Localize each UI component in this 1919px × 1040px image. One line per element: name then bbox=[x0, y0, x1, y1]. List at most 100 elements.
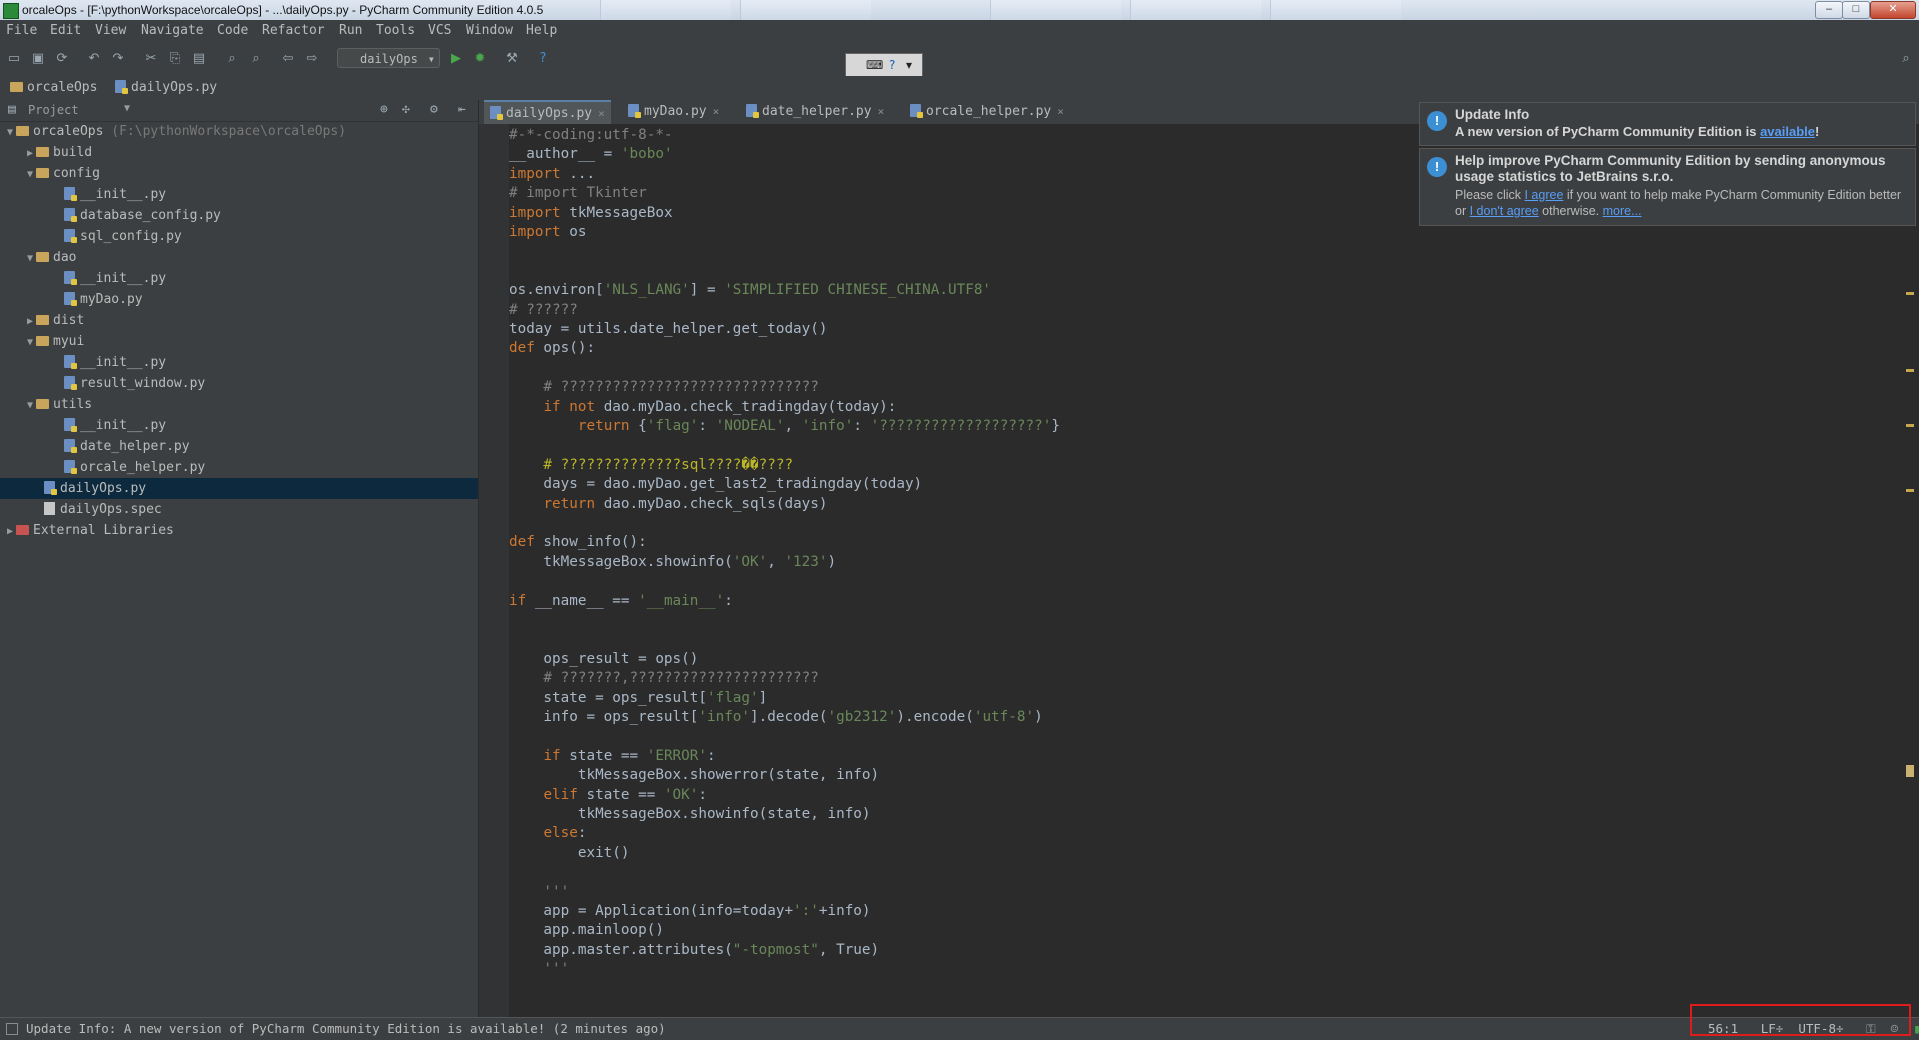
code-line[interactable]: # ??????????????sql????��???? bbox=[509, 456, 793, 475]
tab-date-helper[interactable]: date_helper.py × bbox=[740, 100, 890, 124]
undo-icon[interactable]: ↶ bbox=[86, 51, 102, 67]
gear-icon[interactable]: ⚙ bbox=[430, 102, 438, 117]
code-line[interactable]: info = ops_result['info'].decode('gb2312… bbox=[509, 708, 1042, 727]
locate-icon[interactable]: ⊕ bbox=[380, 102, 388, 117]
tree-item[interactable]: sql_config.py bbox=[0, 226, 478, 247]
code-line[interactable]: return {'flag': 'NODEAL', 'info': '?????… bbox=[509, 417, 1060, 436]
minimize-button[interactable]: – bbox=[1815, 1, 1843, 19]
code-line[interactable]: if state == 'ERROR': bbox=[509, 747, 715, 766]
code-line[interactable]: else: bbox=[509, 824, 586, 843]
tool-windows-icon[interactable] bbox=[6, 1023, 18, 1035]
code-line[interactable]: app.mainloop() bbox=[509, 921, 664, 940]
expanded-arrow-icon[interactable]: ▼ bbox=[24, 248, 36, 269]
run-configuration-select[interactable]: dailyOps ▾ bbox=[337, 48, 440, 68]
chevron-down-icon[interactable]: ▾ bbox=[906, 58, 912, 72]
copy-icon[interactable]: ⎘ bbox=[167, 51, 183, 67]
close-tab-icon[interactable]: × bbox=[713, 105, 720, 118]
code-line[interactable]: def show_info(): bbox=[509, 533, 647, 552]
tree-item[interactable]: orcale_helper.py bbox=[0, 457, 478, 478]
menu-navigate[interactable]: Navigate bbox=[141, 23, 204, 38]
code-line[interactable]: import ... bbox=[509, 165, 595, 184]
code-line[interactable]: # ?????????????????????????????? bbox=[509, 378, 818, 397]
tree-item[interactable]: result_window.py bbox=[0, 373, 478, 394]
search-icon[interactable]: ⌕ bbox=[1898, 51, 1914, 67]
code-line[interactable]: # import Tkinter bbox=[509, 184, 647, 203]
project-view-select[interactable]: Project bbox=[28, 103, 79, 117]
collapsed-arrow-icon[interactable]: ▶ bbox=[24, 311, 36, 332]
menu-window[interactable]: Window bbox=[466, 23, 513, 38]
code-line[interactable]: #-*-coding:utf-8-*- bbox=[509, 126, 673, 145]
usage-statistics-notification[interactable]: ! Help improve PyCharm Community Edition… bbox=[1419, 148, 1916, 226]
code-line[interactable]: state = ops_result['flag'] bbox=[509, 689, 767, 708]
disagree-link[interactable]: I don't agree bbox=[1470, 204, 1539, 218]
find-icon[interactable]: ⌕ bbox=[224, 51, 240, 67]
menu-vcs[interactable]: VCS bbox=[428, 23, 451, 38]
code-line[interactable]: def ops(): bbox=[509, 339, 595, 358]
code-line[interactable]: days = dao.myDao.get_last2_tradingday(to… bbox=[509, 475, 922, 494]
update-info-notification[interactable]: ! Update Info A new version of PyCharm C… bbox=[1419, 102, 1916, 146]
tab-dailyops[interactable]: dailyOps.py × bbox=[484, 100, 611, 124]
menu-view[interactable]: View bbox=[95, 23, 126, 38]
tree-item[interactable]: ▶ build bbox=[0, 142, 478, 163]
help-circle-icon[interactable]: ? bbox=[889, 58, 895, 72]
code-line[interactable]: # ???????,?????????????????????? bbox=[509, 669, 818, 688]
code-line[interactable]: if __name__ == '__main__': bbox=[509, 592, 733, 611]
memory-indicator-icon[interactable]: ▮ bbox=[1913, 1021, 1919, 1036]
code-line[interactable]: if not dao.myDao.check_tradingday(today)… bbox=[509, 398, 896, 417]
tree-item[interactable]: ▶ dist bbox=[0, 310, 478, 331]
menu-run[interactable]: Run bbox=[339, 23, 362, 38]
code-line[interactable]: os.environ['NLS_LANG'] = 'SIMPLIFIED CHI… bbox=[509, 281, 991, 300]
collapse-all-icon[interactable]: ✣ bbox=[402, 102, 410, 117]
tree-item[interactable]: __init__.py bbox=[0, 184, 478, 205]
code-line[interactable]: import os bbox=[509, 223, 586, 242]
tree-item[interactable]: ▼ myui bbox=[0, 331, 478, 352]
tree-item[interactable]: date_helper.py bbox=[0, 436, 478, 457]
expanded-arrow-icon[interactable]: ▼ bbox=[24, 164, 36, 185]
maximize-button[interactable]: □ bbox=[1842, 1, 1870, 19]
tab-orcale-helper[interactable]: orcale_helper.py × bbox=[904, 100, 1070, 124]
open-icon[interactable]: ▭ bbox=[6, 51, 22, 67]
forward-icon[interactable]: ⇨ bbox=[304, 51, 320, 67]
agree-link[interactable]: I agree bbox=[1524, 188, 1563, 202]
tab-mydao[interactable]: myDao.py × bbox=[622, 100, 725, 124]
tree-item[interactable]: database_config.py bbox=[0, 205, 478, 226]
help-icon[interactable]: ? bbox=[535, 51, 551, 67]
replace-icon[interactable]: ⌕ bbox=[248, 51, 264, 67]
collapsed-arrow-icon[interactable]: ▶ bbox=[4, 521, 16, 542]
sync-icon[interactable]: ⟳ bbox=[54, 51, 70, 67]
expanded-arrow-icon[interactable]: ▼ bbox=[4, 122, 16, 143]
close-tab-icon[interactable]: × bbox=[1057, 105, 1064, 118]
tree-item[interactable]: dailyOps.spec bbox=[0, 499, 478, 520]
code-line[interactable]: tkMessageBox.showinfo(state, info) bbox=[509, 805, 871, 824]
hide-panel-icon[interactable]: ⇤ bbox=[458, 102, 466, 117]
code-line[interactable]: ''' bbox=[509, 883, 569, 902]
menu-help[interactable]: Help bbox=[526, 23, 557, 38]
save-icon[interactable]: ▣ bbox=[30, 51, 46, 67]
tree-item[interactable]: ▼ config bbox=[0, 163, 478, 184]
status-message[interactable]: Update Info: A new version of PyCharm Co… bbox=[26, 1021, 666, 1036]
tree-item[interactable]: ▼ dao bbox=[0, 247, 478, 268]
code-line[interactable]: tkMessageBox.showerror(state, info) bbox=[509, 766, 879, 785]
editor-gutter[interactable] bbox=[479, 124, 510, 1017]
debug-icon[interactable]: ✹ bbox=[472, 51, 488, 67]
code-line[interactable]: app = Application(info=today+':'+info) bbox=[509, 902, 870, 921]
breadcrumb-file[interactable]: dailyOps.py bbox=[115, 80, 217, 95]
tree-item[interactable]: ▶ External Libraries bbox=[0, 520, 478, 541]
code-line[interactable]: tkMessageBox.showinfo('OK', '123') bbox=[509, 553, 836, 572]
code-line[interactable]: ops_result = ops() bbox=[509, 650, 698, 669]
expanded-arrow-icon[interactable]: ▼ bbox=[24, 395, 36, 416]
expanded-arrow-icon[interactable]: ▼ bbox=[24, 332, 36, 353]
tree-item[interactable]: __init__.py bbox=[0, 415, 478, 436]
collapsed-arrow-icon[interactable]: ▶ bbox=[24, 143, 36, 164]
close-button[interactable]: ✕ bbox=[1870, 1, 1916, 19]
more-link[interactable]: more... bbox=[1603, 204, 1642, 218]
code-line[interactable]: today = utils.date_helper.get_today() bbox=[509, 320, 827, 339]
code-line[interactable]: exit() bbox=[509, 844, 630, 863]
tree-item[interactable]: myDao.py bbox=[0, 289, 478, 310]
scroll-thumb[interactable] bbox=[1906, 765, 1914, 777]
cut-icon[interactable]: ✂ bbox=[143, 51, 159, 67]
code-line[interactable]: return dao.myDao.check_sqls(days) bbox=[509, 495, 827, 514]
code-line[interactable]: __author__ = 'bobo' bbox=[509, 145, 673, 164]
keyboard-icon[interactable]: ⌨ bbox=[866, 58, 883, 72]
redo-icon[interactable]: ↷ bbox=[110, 51, 126, 67]
